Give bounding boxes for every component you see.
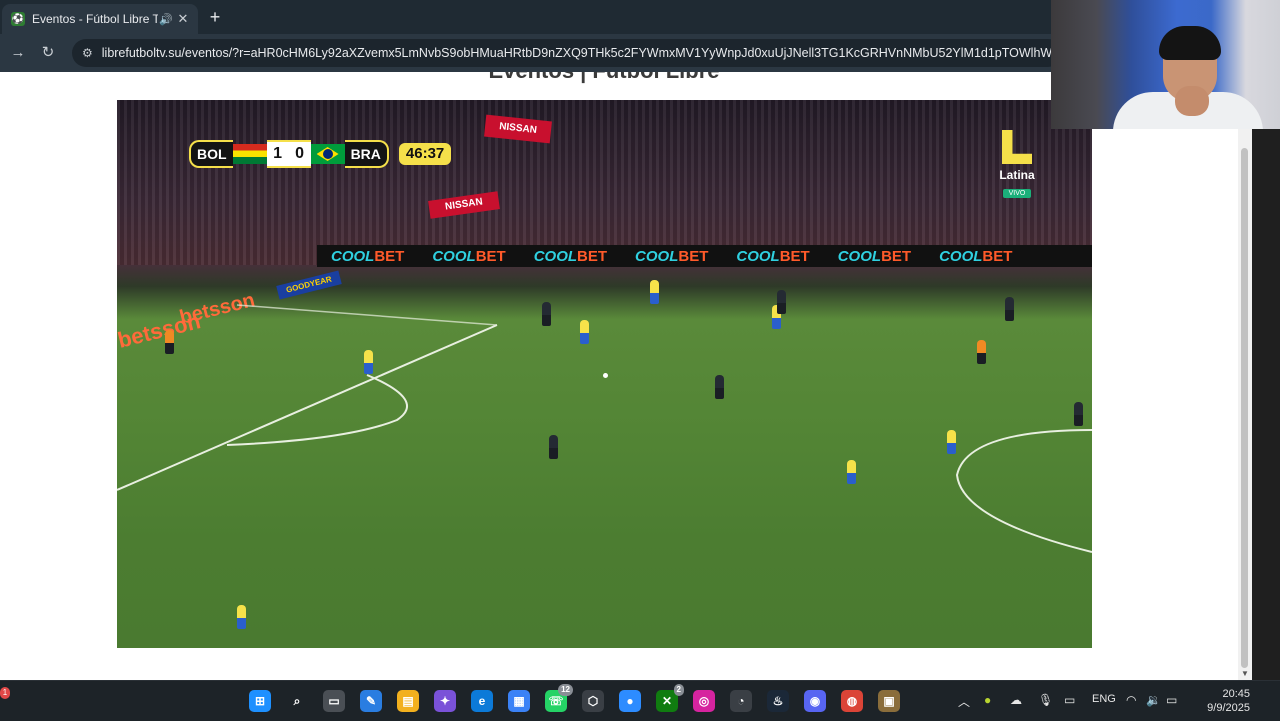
scroll-down-icon[interactable]: ▼ xyxy=(1241,669,1249,678)
tray-app-icon[interactable]: ● xyxy=(984,693,991,707)
webcam-overlay xyxy=(1051,0,1280,129)
app-icon[interactable]: ✎ xyxy=(360,690,382,712)
wifi-icon[interactable]: ◠ xyxy=(1126,693,1136,707)
page-title: Eventos | Fútbol Libre xyxy=(0,72,1208,84)
xbox-icon[interactable]: ✕ 2 xyxy=(656,684,684,712)
player-brazil xyxy=(580,320,589,344)
channel-logo: Latina VIVO xyxy=(993,130,1041,206)
tab-eventos[interactable]: ⚽ Eventos - Fútbol Libre TV 🔊 ✕ xyxy=(2,4,198,34)
speaker-icon[interactable]: 🔊 xyxy=(158,13,174,26)
player-bolivia xyxy=(777,290,786,314)
edge-icon[interactable]: e xyxy=(471,690,493,712)
store-icon[interactable]: ▦ xyxy=(508,690,530,712)
player-bolivia xyxy=(542,302,551,326)
app-image-icon[interactable]: ▣ xyxy=(878,690,900,712)
match-clock: 46:37 xyxy=(398,143,452,165)
side-panel xyxy=(1252,72,1280,680)
person-hair xyxy=(1159,26,1221,60)
referee xyxy=(165,330,174,354)
player-bolivia xyxy=(549,435,558,459)
volume-icon[interactable]: 🔉 xyxy=(1146,693,1161,707)
live-badge: VIVO xyxy=(1002,189,1032,198)
address-bar[interactable]: ⚙ librefutboltv.su/eventos/?r=aHR0cHM6Ly… xyxy=(72,39,1062,67)
file-explorer-icon[interactable]: ▤ xyxy=(397,690,419,712)
away-team: BRA xyxy=(344,140,389,168)
player-brazil xyxy=(237,605,246,629)
referee xyxy=(977,340,986,364)
tab-title: Eventos - Fútbol Libre TV xyxy=(32,12,158,26)
away-score: 0 xyxy=(288,140,311,168)
language-indicator[interactable]: ENG xyxy=(1092,693,1116,705)
person-hand xyxy=(1175,86,1209,116)
latina-logo-icon xyxy=(1002,130,1032,164)
whatsapp-badge: 12 xyxy=(558,684,573,696)
scroll-thumb[interactable] xyxy=(1241,148,1248,668)
clock-date: 9/9/2025 xyxy=(1207,702,1250,714)
chrome-icon[interactable]: ◍ xyxy=(841,690,863,712)
zoom-icon[interactable]: ● xyxy=(619,690,641,712)
video-player[interactable]: NISSAN NISSAN COOLBET COOLBET COOLBET CO… xyxy=(117,100,1092,648)
player-brazil xyxy=(650,280,659,304)
battery-icon[interactable]: ▭ xyxy=(1166,693,1177,707)
copilot-icon[interactable]: ✦ xyxy=(434,690,456,712)
site-info-icon[interactable]: ⚙ xyxy=(82,46,93,60)
app-hex-icon[interactable]: ⬡ xyxy=(582,690,604,712)
camera-icon[interactable]: ▭ xyxy=(1064,693,1075,707)
url-text[interactable]: librefutboltv.su/eventos/?r=aHR0cHM6Ly92… xyxy=(102,46,1062,60)
windows-start-icon[interactable]: ⊞ xyxy=(249,690,271,712)
cloud-icon[interactable]: ☁ xyxy=(1010,693,1022,707)
search-icon[interactable]: ⌕ xyxy=(286,690,308,712)
player-bolivia xyxy=(1074,402,1083,426)
bolivia-flag-icon xyxy=(232,144,267,164)
xbox-badge: 2 xyxy=(673,684,684,696)
player-brazil xyxy=(947,430,956,454)
ball xyxy=(603,373,608,378)
app-circle-icon[interactable]: ◔ xyxy=(730,690,752,712)
system-clock[interactable]: 20:45 9/9/2025 xyxy=(1190,687,1250,715)
steam-icon[interactable]: ♨ xyxy=(767,690,789,712)
chevron-up-icon[interactable]: ︿ xyxy=(958,693,970,710)
clock-time: 20:45 xyxy=(1222,688,1250,700)
discord-icon[interactable]: ◉ xyxy=(804,690,826,712)
player-bolivia xyxy=(715,375,724,399)
soccer-ball-icon: ⚽ xyxy=(11,12,25,26)
reload-icon[interactable]: ↻ xyxy=(38,43,58,63)
windows-taskbar: 1 ⊞ ⌕ ▭ ✎ ▤ ✦ e ▦ ☏ 12 ⬡ ● ✕ 2 ◎ ◔ ♨ ◉ ◍ ▣… xyxy=(0,680,1280,721)
task-view-icon[interactable]: ▭ xyxy=(323,690,345,712)
brazil-flag-icon xyxy=(310,144,345,164)
channel-name: Latina xyxy=(999,168,1035,182)
notification-badge[interactable]: 1 xyxy=(0,687,10,699)
whatsapp-icon[interactable]: ☏ 12 xyxy=(545,684,573,712)
home-team: BOL xyxy=(189,140,233,168)
close-icon[interactable]: ✕ xyxy=(174,11,192,27)
microphone-icon[interactable]: 🎙 xyxy=(1038,693,1053,707)
forward-icon[interactable]: → xyxy=(8,43,28,63)
player-brazil xyxy=(847,460,856,484)
home-score: 1 xyxy=(266,140,289,168)
new-tab-button[interactable]: + xyxy=(205,8,225,28)
scoreboard: BOL 1 0 BRA 46:37 xyxy=(189,140,452,168)
player-brazil xyxy=(364,350,373,374)
page-scrollbar[interactable]: ▲ ▼ xyxy=(1238,72,1252,680)
player-bolivia xyxy=(1005,297,1014,321)
instagram-icon[interactable]: ◎ xyxy=(693,690,715,712)
